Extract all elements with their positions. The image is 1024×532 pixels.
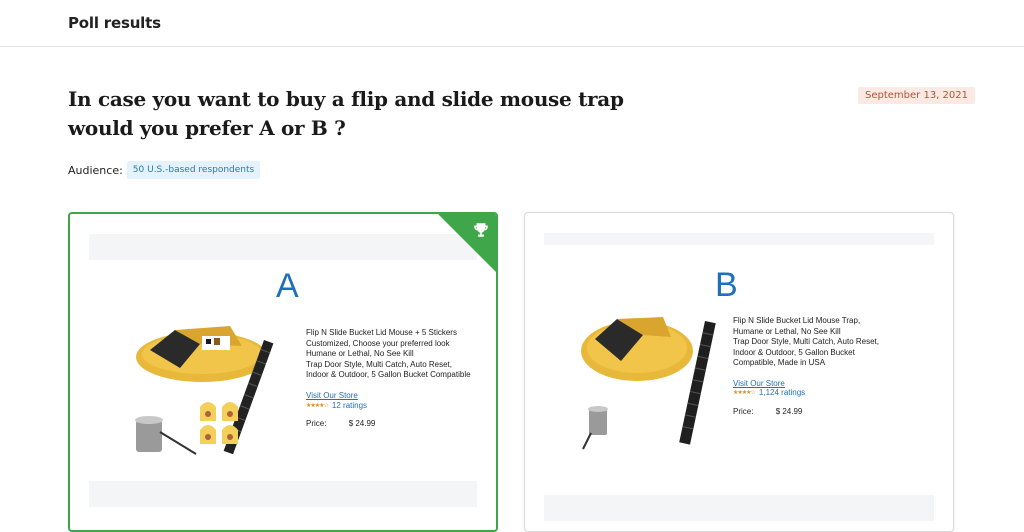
visit-store-link[interactable]: Visit Our Store bbox=[306, 391, 358, 400]
option-card-a[interactable]: A Flip N Slide Bucket Lid Mouse + 5 Stic… bbox=[68, 212, 498, 532]
description-line: Flip N Slide Bucket Lid Mouse Trap, bbox=[733, 316, 861, 325]
trophy-icon bbox=[474, 223, 488, 237]
rating-row: ★★★★☆ 1,124 ratings bbox=[733, 388, 805, 397]
rating-row: ★★★★☆ 12 ratings bbox=[306, 401, 367, 410]
price-row: Price: $ 24.99 bbox=[306, 419, 375, 428]
ratings-count[interactable]: 1,124 ratings bbox=[759, 388, 805, 397]
product-image-a bbox=[135, 326, 274, 455]
description-line: Compatible, Made in USA bbox=[733, 358, 826, 367]
stickers bbox=[200, 402, 238, 444]
date-badge: September 13, 2021 bbox=[858, 87, 975, 104]
image-top-strip bbox=[544, 233, 934, 245]
price-label: Price: bbox=[733, 407, 754, 416]
description-line: Humane or Lethal, No See Kill bbox=[306, 349, 414, 358]
image-top-strip bbox=[89, 234, 477, 260]
audience-label: Audience: bbox=[68, 163, 123, 177]
star-rating-icon: ★★★★☆ bbox=[306, 403, 329, 409]
product-description: Flip N Slide Bucket Lid Mouse + 5 Sticke… bbox=[306, 328, 486, 381]
description-line: Trap Door Style, Multi Catch, Auto Reset… bbox=[306, 359, 452, 369]
price-row: Price: $ 24.99 bbox=[733, 407, 802, 416]
audience-badge[interactable]: 50 U.S.-based respondents bbox=[126, 161, 261, 179]
image-bottom-strip bbox=[89, 481, 477, 507]
product-image-b bbox=[581, 317, 716, 450]
ratings-count[interactable]: 12 ratings bbox=[332, 401, 367, 410]
top-bar: Poll results bbox=[0, 0, 1024, 47]
price-value: $ 24.99 bbox=[775, 407, 803, 416]
description-line: Indoor & Outdoor, 5 Gallon Bucket bbox=[733, 347, 855, 357]
poll-question: In case you want to buy a flip and slide… bbox=[68, 87, 624, 140]
product-description: Flip N Slide Bucket Lid Mouse Trap, Huma… bbox=[733, 316, 908, 369]
option-letter: B bbox=[715, 266, 738, 304]
description-line: Flip N Slide Bucket Lid Mouse + 5 Sticke… bbox=[306, 328, 457, 337]
option-letter: A bbox=[276, 267, 299, 305]
visit-store-link[interactable]: Visit Our Store bbox=[733, 379, 785, 388]
audience-row: Audience: 50 U.S.-based respondents bbox=[68, 161, 261, 179]
option-card-b[interactable]: B Flip N Slide Bucket Lid Mouse Trap, Hu… bbox=[524, 212, 954, 532]
description-line: Customized, Choose your preferred look bbox=[306, 338, 450, 348]
description-line: Trap Door Style, Multi Catch, Auto Reset… bbox=[733, 337, 879, 346]
page-title: Poll results bbox=[68, 14, 161, 32]
price-value: $ 24.99 bbox=[348, 419, 376, 428]
price-label: Price: bbox=[306, 419, 327, 428]
description-line: Humane or Lethal, No See Kill bbox=[733, 326, 841, 336]
description-line: Indoor & Outdoor, 5 Gallon Bucket Compat… bbox=[306, 370, 471, 379]
star-rating-icon: ★★★★☆ bbox=[733, 390, 756, 396]
image-bottom-strip bbox=[544, 495, 934, 521]
